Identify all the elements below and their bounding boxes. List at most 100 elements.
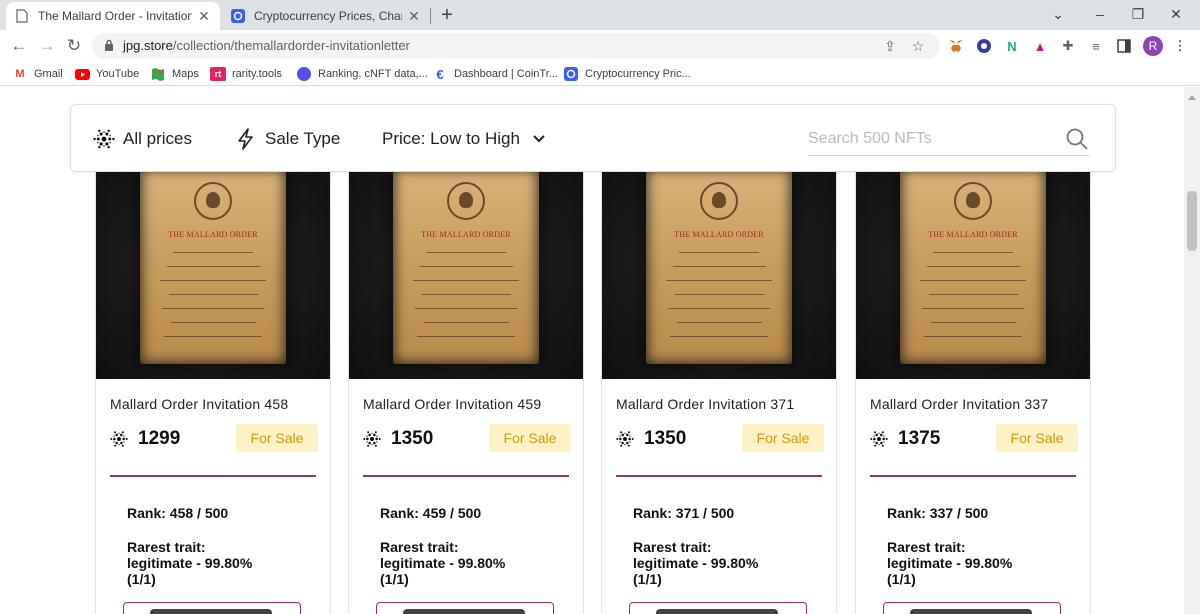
scroll-up-icon[interactable] xyxy=(1188,95,1196,100)
bookmark-gmail[interactable]: M Gmail xyxy=(12,66,63,82)
script-line xyxy=(679,252,759,253)
price-row: 1350 For Sale xyxy=(616,424,824,454)
script-line xyxy=(672,266,766,267)
script-line xyxy=(426,252,506,253)
star-bookmark-icon[interactable]: ☆ xyxy=(910,38,926,54)
script-line xyxy=(674,294,764,295)
rabbit-extension-icon[interactable]: ▲ xyxy=(1032,38,1048,54)
close-tab-icon[interactable]: ✕ xyxy=(196,8,212,24)
rarest-trait-value: legitimate - 99.80% xyxy=(380,555,506,571)
nft-card[interactable]: THE MALLARD ORDER Mallard Order Invitati… xyxy=(855,117,1091,614)
n-extension-icon[interactable]: N xyxy=(1004,38,1020,54)
card-divider xyxy=(870,475,1076,477)
share-icon[interactable]: ⇪ xyxy=(882,38,898,54)
rarest-trait-label: Rarest trait: xyxy=(380,539,459,555)
nft-name[interactable]: Mallard Order Invitation 371 xyxy=(616,396,794,412)
cointracking-icon: € xyxy=(436,66,444,82)
invitation-scroll: THE MALLARD ORDER xyxy=(900,168,1046,364)
rarity-tools-icon: rt xyxy=(210,67,226,81)
tab-mallard-order[interactable]: The Mallard Order - Invitation Le ✕ xyxy=(6,2,220,30)
ranking-icon xyxy=(296,67,312,81)
address-bar[interactable]: jpg.store/collection/themallardorder-inv… xyxy=(92,33,940,59)
skull-emblem-icon xyxy=(194,182,232,220)
close-window-button[interactable]: ✕ xyxy=(1158,0,1194,30)
scroll-title: THE MALLARD ORDER xyxy=(928,230,1018,239)
scrollbar-thumb[interactable] xyxy=(1187,191,1197,251)
sale-type-label: Sale Type xyxy=(265,129,341,148)
profile-avatar[interactable]: R xyxy=(1143,36,1163,56)
status-badge: For Sale xyxy=(236,424,318,452)
new-tab-button[interactable]: + xyxy=(436,4,458,26)
button-label-clipped xyxy=(403,609,525,614)
nft-card[interactable]: THE MALLARD ORDER Mallard Order Invitati… xyxy=(601,117,837,614)
script-line xyxy=(162,308,264,309)
youtube-icon xyxy=(74,67,90,81)
nft-card[interactable]: THE MALLARD ORDER Mallard Order Invitati… xyxy=(95,117,331,614)
url-text: jpg.store/collection/themallardorder-inv… xyxy=(123,38,410,53)
skull-emblem-icon xyxy=(954,182,992,220)
metamask-icon[interactable] xyxy=(948,38,964,54)
bookmark-label: YouTube xyxy=(96,68,140,80)
bookmark-cointracking[interactable]: € Dashboard | CoinTr... xyxy=(432,66,558,82)
all-prices-filter[interactable]: All prices xyxy=(93,127,192,151)
sale-type-filter[interactable]: Sale Type xyxy=(235,127,340,151)
search-icon[interactable] xyxy=(1065,127,1089,151)
card-action-button[interactable] xyxy=(629,602,807,614)
bookmark-youtube[interactable]: YouTube xyxy=(74,66,139,82)
card-action-button[interactable] xyxy=(883,602,1061,614)
rarest-trait-value: legitimate - 99.80% xyxy=(633,555,759,571)
nft-name[interactable]: Mallard Order Invitation 337 xyxy=(870,396,1048,412)
browser-toolbar: ← → ↻ jpg.store/collection/themallardord… xyxy=(0,30,1200,62)
nft-card[interactable]: THE MALLARD ORDER Mallard Order Invitati… xyxy=(348,117,584,614)
bookmark-label: Cryptocurrency Pric... xyxy=(585,68,691,80)
page-scrollbar[interactable] xyxy=(1184,87,1200,614)
puzzle-extensions-icon[interactable]: ✚ xyxy=(1060,38,1076,54)
bookmark-label: Gmail xyxy=(34,68,63,80)
status-badge: For Sale xyxy=(996,424,1078,452)
maximize-button[interactable]: ❐ xyxy=(1120,0,1156,30)
nft-price: 1350 xyxy=(644,428,687,449)
rarest-trait-value: legitimate - 99.80% xyxy=(127,555,253,571)
rank-text: Rank: 337 / 500 xyxy=(887,505,989,521)
reload-icon[interactable]: ↻ xyxy=(63,35,85,57)
script-line xyxy=(423,322,509,323)
tab-title: Cryptocurrency Prices, Charts An xyxy=(254,9,402,23)
rarest-trait-count: (1/1) xyxy=(633,571,662,587)
invitation-scroll: THE MALLARD ORDER xyxy=(140,168,286,364)
forward-arrow-icon[interactable]: → xyxy=(36,35,58,57)
filter-bar: All prices Sale Type Price: Low to High xyxy=(70,104,1116,172)
script-line xyxy=(922,308,1024,309)
scroll-title: THE MALLARD ORDER xyxy=(168,230,258,239)
nft-name[interactable]: Mallard Order Invitation 458 xyxy=(110,396,288,412)
script-line xyxy=(668,308,770,309)
bookmark-maps[interactable]: Maps xyxy=(150,66,199,82)
bookmark-ranking[interactable]: Ranking, cNFT data,... xyxy=(296,66,428,82)
script-line xyxy=(926,266,1020,267)
reading-list-icon[interactable]: ≡ xyxy=(1088,38,1104,54)
nft-price: 1299 xyxy=(138,428,181,449)
nft-name[interactable]: Mallard Order Invitation 459 xyxy=(363,396,541,412)
card-action-button[interactable] xyxy=(123,602,301,614)
back-arrow-icon[interactable]: ← xyxy=(8,35,30,57)
nami-wallet-icon[interactable] xyxy=(976,38,992,54)
tab-coinmarketcap[interactable]: Cryptocurrency Prices, Charts An ✕ xyxy=(222,2,430,30)
minimize-button[interactable]: – xyxy=(1082,0,1118,30)
bookmark-rarity-tools[interactable]: rt rarity.tools xyxy=(210,66,282,82)
kebab-menu-icon[interactable]: ⋮ xyxy=(1172,38,1188,54)
tab-search-button[interactable]: ⌄ xyxy=(1040,0,1076,30)
script-line xyxy=(417,336,515,337)
chevron-down-icon xyxy=(532,134,546,144)
close-tab-icon[interactable]: ✕ xyxy=(406,8,422,24)
script-line xyxy=(413,280,519,281)
script-line xyxy=(419,266,513,267)
script-line xyxy=(928,294,1018,295)
side-panel-icon[interactable] xyxy=(1116,38,1132,54)
search-input[interactable] xyxy=(808,125,1058,153)
search-underline xyxy=(808,155,1090,156)
bookmark-coinmarketcap[interactable]: Cryptocurrency Pric... xyxy=(563,66,691,82)
cardano-icon xyxy=(93,128,115,150)
rarest-trait-label: Rarest trait: xyxy=(887,539,966,555)
card-action-button[interactable] xyxy=(376,602,554,614)
rarest-trait-count: (1/1) xyxy=(380,571,409,587)
sort-dropdown[interactable]: Price: Low to High xyxy=(382,127,546,151)
